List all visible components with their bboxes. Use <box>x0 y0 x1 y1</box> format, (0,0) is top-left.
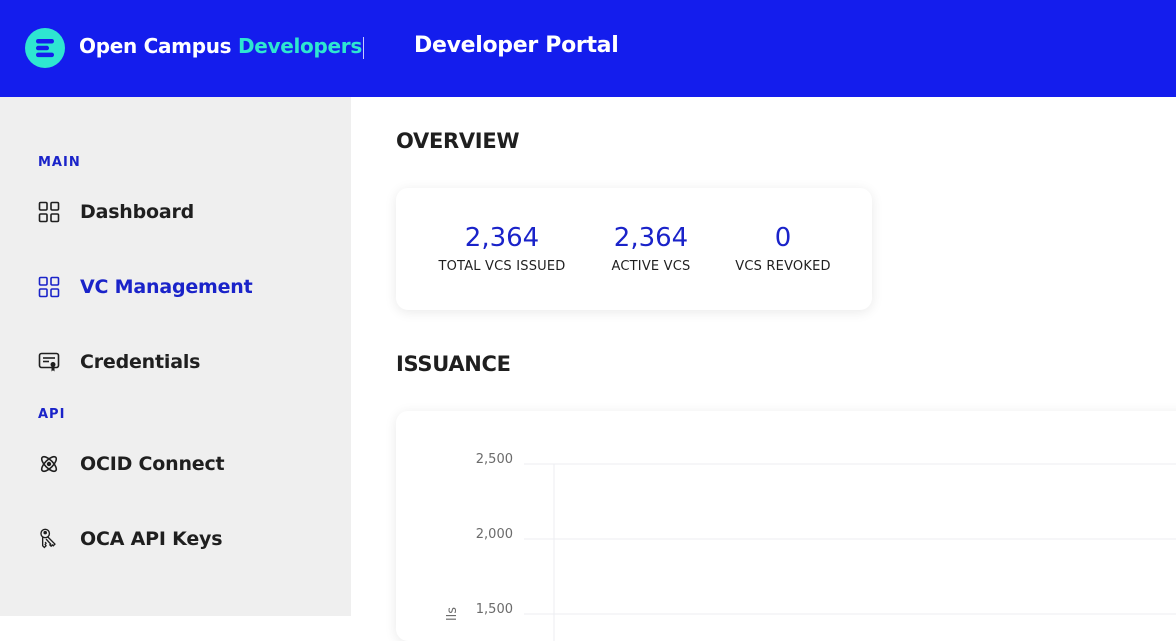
sidebar-item-credentials[interactable]: Credentials <box>38 346 200 378</box>
overview-stats-card: 2,364 TOTAL VCS ISSUED 2,364 ACTIVE VCS … <box>396 188 872 310</box>
issuance-chart-card: 2,500 2,000 1,500 lls <box>396 411 1176 641</box>
main-content: OVERVIEW 2,364 TOTAL VCS ISSUED 2,364 AC… <box>351 97 1176 641</box>
y-tick-label: 1,500 <box>476 602 513 617</box>
header-divider <box>363 37 364 59</box>
sidebar-section-main: MAIN <box>38 155 81 170</box>
open-campus-logo-icon[interactable] <box>25 28 65 68</box>
issuance-heading: ISSUANCE <box>396 352 511 376</box>
y-axis-label: lls <box>445 607 460 621</box>
stat-total-vcs-issued: 2,364 TOTAL VCS ISSUED <box>434 223 570 274</box>
overview-heading: OVERVIEW <box>396 129 520 153</box>
sidebar-item-label: OCA API Keys <box>80 528 223 550</box>
sidebar-item-ocid-connect[interactable]: OCID Connect <box>38 448 225 480</box>
stat-value: 0 <box>774 223 792 253</box>
sidebar-item-label: OCID Connect <box>80 453 225 475</box>
stat-caption: ACTIVE VCS <box>611 259 691 274</box>
sidebar-item-dashboard[interactable]: Dashboard <box>38 196 194 228</box>
portal-title: Developer Portal <box>414 33 619 58</box>
stat-active-vcs: 2,364 ACTIVE VCS <box>603 223 699 274</box>
y-tick-label: 2,500 <box>476 452 513 467</box>
atom-icon <box>40 455 58 473</box>
sidebar-item-vc-management[interactable]: VC Management <box>38 271 253 303</box>
brand-name[interactable]: Open Campus Developers <box>79 34 362 58</box>
top-bar: Open Campus Developers Developer Portal <box>0 0 1176 97</box>
sidebar: MAIN Dashboard VC Management Credentials… <box>0 97 351 616</box>
stat-value: 2,364 <box>613 223 689 253</box>
certificate-icon <box>38 352 60 372</box>
grid-icon <box>38 201 60 223</box>
issuance-chart: 2,500 2,000 1,500 lls <box>445 452 1176 641</box>
stat-value: 2,364 <box>464 223 540 253</box>
sidebar-item-label: Credentials <box>80 351 201 373</box>
stat-caption: VCS REVOKED <box>735 259 831 274</box>
stat-caption: TOTAL VCS ISSUED <box>438 259 566 274</box>
sidebar-item-label: Dashboard <box>80 201 195 223</box>
brand-primary: Open Campus <box>79 34 232 58</box>
sidebar-item-oca-api-keys[interactable]: OCA API Keys <box>38 523 223 555</box>
stat-vcs-revoked: 0 VCS REVOKED <box>730 223 836 274</box>
brand-accent: Developers <box>237 34 362 58</box>
y-tick-label: 2,000 <box>476 527 513 542</box>
sidebar-section-api: API <box>38 407 66 422</box>
keys-icon <box>40 528 56 549</box>
grid-icon <box>38 276 60 298</box>
sidebar-item-label: VC Management <box>80 276 253 298</box>
